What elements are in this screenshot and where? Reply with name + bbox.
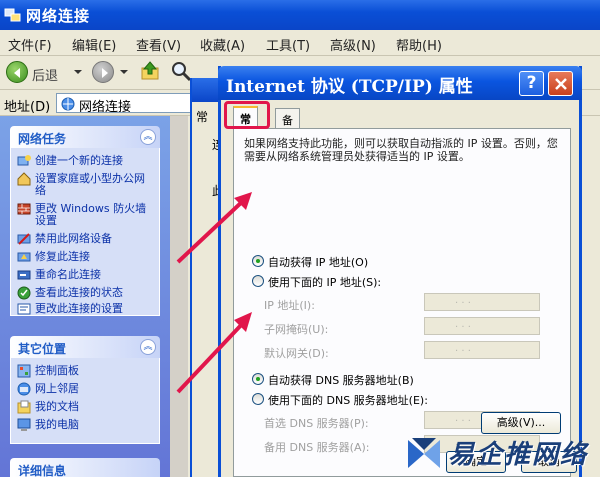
search-icon[interactable] — [170, 60, 192, 82]
new-connection-icon — [17, 155, 31, 166]
content-area — [170, 116, 188, 477]
firewall-icon — [17, 203, 31, 215]
address-label: 地址(D) — [4, 100, 51, 115]
description-text: 如果网络支持此功能，则可以获取自动指派的 IP 设置。否则，您需要从网络系统管理… — [244, 137, 558, 163]
task-pane: 网络任务 ︽ 创建一个新的连接 设置家庭或小型办公网络 更改 Windows 防… — [0, 116, 170, 477]
auto-dns-label[interactable]: 自动获得 DNS 服务器地址(B) — [268, 372, 414, 388]
other-places-panel: 控制面板 网上邻居 我的文档 我的电脑 — [10, 358, 160, 444]
help-button[interactable]: ? — [519, 71, 544, 96]
rename-icon — [17, 270, 31, 280]
network-tasks-title: 网络任务 — [18, 132, 67, 146]
watermark-text: 易企推网络 — [448, 440, 589, 470]
window-title: 网络连接 — [26, 7, 91, 25]
auto-ip-label[interactable]: 自动获得 IP 地址(O) — [268, 254, 368, 270]
control-panel-icon — [17, 364, 31, 378]
manual-ip-radio[interactable] — [252, 275, 264, 287]
menu-bar: 文件(F) 编辑(E) 查看(V) 收藏(A) 工具(T) 高级(N) 帮助(H… — [0, 30, 600, 56]
forward-arrow-icon — [102, 68, 108, 78]
back-label: 后退 — [32, 69, 59, 84]
manual-ip-label[interactable]: 使用下面的 IP 地址(S): — [268, 274, 381, 290]
alternate-dns-label: 备用 DNS 服务器(A): — [264, 441, 370, 454]
subnet-mask-input[interactable]: . . . — [424, 317, 540, 335]
subnet-mask-label: 子网掩码(U): — [264, 323, 329, 336]
back-dropdown-icon[interactable] — [74, 70, 82, 74]
home-network-icon — [17, 172, 31, 186]
ip-address-input[interactable]: . . . — [424, 293, 540, 311]
my-documents-icon — [17, 400, 31, 414]
settings-icon — [17, 303, 31, 315]
close-icon — [555, 78, 567, 90]
close-button[interactable] — [548, 71, 573, 96]
network-folder-icon — [61, 97, 75, 111]
window-titlebar: 网络连接 — [0, 0, 600, 30]
back-arrow-icon — [14, 68, 20, 78]
network-connections-icon — [4, 8, 21, 22]
tcpip-properties-dialog: Internet 协议 (TCP/IP) 属性 ? 常规 备用配置 如果网络支持… — [218, 66, 582, 477]
folder-up-icon[interactable] — [140, 60, 162, 82]
address-input[interactable]: 网络连接 — [56, 93, 206, 115]
collapse-icon[interactable]: ︽ — [140, 339, 156, 355]
my-computer-icon — [17, 418, 31, 431]
watermark: 易企推网络 — [404, 432, 600, 477]
background-dialog-tab[interactable]: 常 — [196, 108, 208, 125]
other-places-header[interactable]: 其它位置 ︽ — [10, 336, 160, 358]
details-title: 详细信息 — [18, 464, 67, 477]
dialog-titlebar: Internet 协议 (TCP/IP) 属性 ? — [218, 66, 582, 100]
ip-address-label: IP 地址(I): — [264, 299, 315, 312]
repair-icon — [17, 252, 31, 262]
status-icon — [17, 286, 31, 300]
annotation-arrow-icon — [176, 192, 252, 264]
preferred-dns-label: 首选 DNS 服务器(P): — [264, 417, 369, 430]
default-gateway-input[interactable]: . . . — [424, 341, 540, 359]
dialog-title: Internet 协议 (TCP/IP) 属性 — [226, 77, 473, 97]
forward-button[interactable] — [92, 61, 114, 83]
menu-view[interactable]: 查看(V) — [136, 35, 181, 54]
forward-dropdown-icon[interactable] — [120, 70, 128, 74]
back-button[interactable] — [6, 61, 28, 83]
network-tasks-panel: 创建一个新的连接 设置家庭或小型办公网络 更改 Windows 防火墙设置 禁用… — [10, 148, 160, 316]
other-places-title: 其它位置 — [18, 342, 67, 356]
default-gateway-label: 默认网关(D): — [264, 347, 329, 360]
collapse-icon[interactable]: ︽ — [140, 129, 156, 145]
menu-advanced[interactable]: 高级(N) — [330, 35, 376, 54]
address-value: 网络连接 — [79, 100, 132, 115]
tab-alternate-configuration[interactable]: 备用配置 — [275, 108, 300, 175]
network-tasks-header[interactable]: 网络任务 ︽ — [10, 126, 160, 148]
menu-help[interactable]: 帮助(H) — [396, 35, 442, 54]
network-places-icon — [17, 382, 31, 396]
menu-edit[interactable]: 编辑(E) — [72, 35, 116, 54]
annotation-arrow-icon — [176, 312, 252, 394]
menu-file[interactable]: 文件(F) — [8, 35, 52, 54]
tab-highlight-box — [224, 101, 270, 129]
menu-tools[interactable]: 工具(T) — [266, 35, 310, 54]
advanced-button[interactable]: 高级(V)... — [481, 412, 561, 434]
manual-dns-label[interactable]: 使用下面的 DNS 服务器地址(E): — [268, 392, 428, 408]
disable-device-icon — [17, 233, 31, 245]
details-header[interactable]: 详细信息 — [10, 458, 160, 477]
watermark-logo-icon — [408, 438, 440, 468]
menu-favorites[interactable]: 收藏(A) — [200, 35, 245, 54]
